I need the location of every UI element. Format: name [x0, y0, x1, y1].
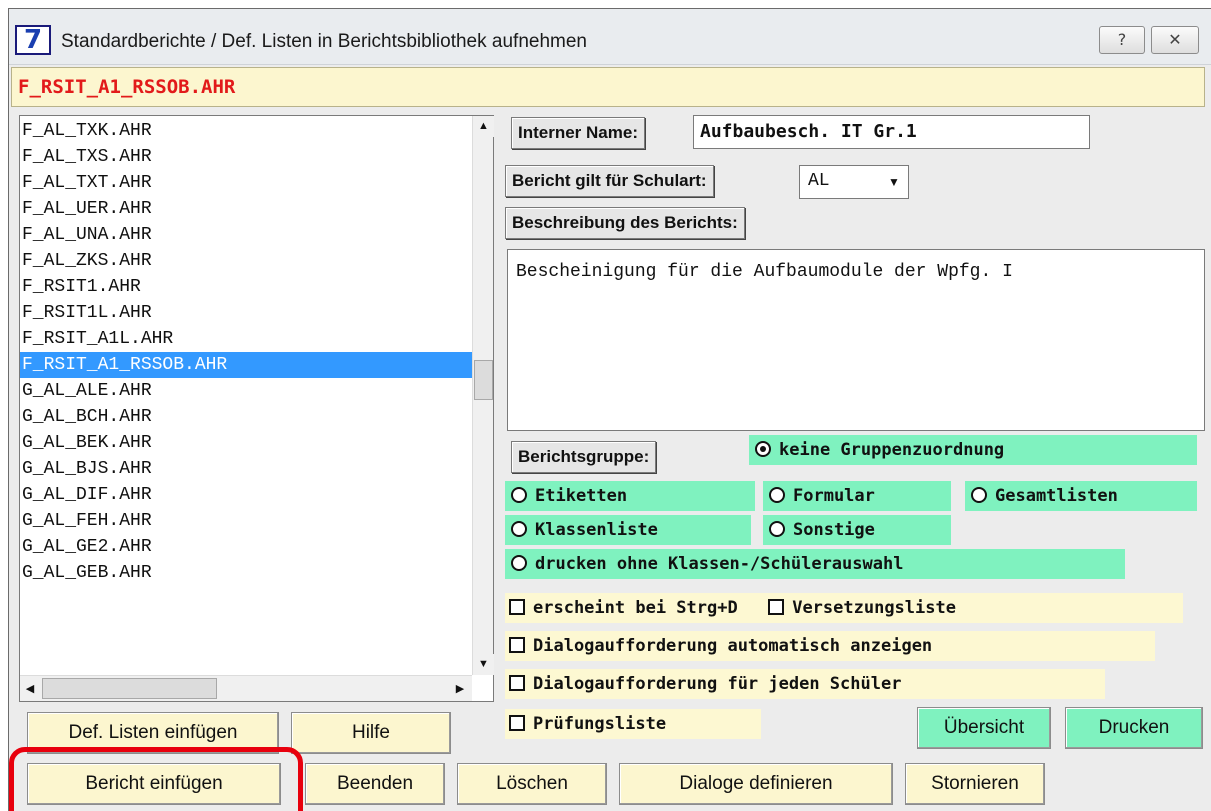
report-group-label: Berichtsgruppe:: [511, 441, 657, 473]
internal-name-input[interactable]: Aufbaubesch. IT Gr.1: [693, 115, 1090, 149]
horizontal-scrollbar[interactable]: ◀ ▶: [20, 675, 472, 701]
radio-other-label: Sonstige: [793, 520, 875, 540]
radio-icon: [511, 521, 527, 537]
list-item[interactable]: G_AL_DIF.AHR: [20, 482, 472, 508]
radio-icon: [971, 487, 987, 503]
radio-no-group-label: keine Gruppenzuordnung: [779, 440, 1005, 460]
checkbox-exam-label: Prüfungsliste: [533, 714, 667, 734]
radio-icon: [769, 487, 785, 503]
title-bar: 7 Standardberichte / Def. Listen in Beri…: [9, 9, 1211, 65]
scroll-down-icon[interactable]: ▼: [473, 654, 494, 675]
checkbox-exam[interactable]: Prüfungsliste: [505, 709, 761, 739]
list-item[interactable]: F_AL_TXS.AHR: [20, 144, 472, 170]
school-type-label: Bericht gilt für Schulart:: [505, 165, 714, 197]
radio-totals-label: Gesamtlisten: [995, 486, 1118, 506]
description-label: Beschreibung des Berichts:: [505, 207, 745, 239]
checkbox-icon: [509, 675, 525, 691]
radio-icon: [769, 521, 785, 537]
list-item[interactable]: G_AL_BEK.AHR: [20, 430, 472, 456]
list-items: F_AL_TXK.AHR F_AL_TXS.AHR F_AL_TXT.AHR F_AL…: [20, 118, 472, 675]
list-item[interactable]: G_AL_FEH.AHR: [20, 508, 472, 534]
radio-icon: [511, 555, 527, 571]
current-file-bar: F_RSIT_A1_RSSOB.AHR: [11, 67, 1205, 107]
app-icon: 7: [15, 25, 51, 55]
checkbox-promotion[interactable]: Versetzungsliste: [768, 598, 956, 618]
report-file-list[interactable]: F_AL_TXK.AHR F_AL_TXS.AHR F_AL_TXT.AHR F_AL…: [19, 115, 494, 702]
list-item[interactable]: G_AL_BCH.AHR: [20, 404, 472, 430]
radio-no-selection[interactable]: drucken ohne Klassen-/Schülerauswahl: [505, 549, 1125, 579]
radio-form-label: Formular: [793, 486, 875, 506]
list-item[interactable]: G_AL_BJS.AHR: [20, 456, 472, 482]
radio-icon: [511, 487, 527, 503]
list-item[interactable]: G_AL_GEB.AHR: [20, 560, 472, 586]
radio-other[interactable]: Sonstige: [763, 515, 951, 545]
checkbox-ctrl-d[interactable]: erscheint bei Strg+D: [509, 598, 738, 618]
delete-button[interactable]: Löschen: [457, 763, 607, 805]
list-item[interactable]: F_RSIT_A1_RSSOB.AHR: [20, 352, 472, 378]
list-item[interactable]: F_RSIT_A1L.AHR: [20, 326, 472, 352]
checkbox-icon: [509, 637, 525, 653]
print-button[interactable]: Drucken: [1065, 707, 1203, 749]
checkbox-promotion-label: Versetzungsliste: [792, 598, 956, 618]
insert-report-button[interactable]: Bericht einfügen: [27, 763, 281, 805]
list-item[interactable]: G_AL_GE2.AHR: [20, 534, 472, 560]
radio-classlist[interactable]: Klassenliste: [505, 515, 751, 545]
list-item[interactable]: F_RSIT1.AHR: [20, 274, 472, 300]
help-icon[interactable]: ?: [1099, 26, 1145, 54]
internal-name-label: Interner Name:: [511, 117, 645, 149]
current-file-name: F_RSIT_A1_RSSOB.AHR: [18, 76, 236, 98]
radio-totals[interactable]: Gesamtlisten: [965, 481, 1197, 511]
description-textarea[interactable]: Bescheinigung für die Aufbaumodule der W…: [507, 249, 1205, 431]
checkbox-dialog-each-label: Dialogaufforderung für jeden Schüler: [533, 674, 902, 694]
school-type-select[interactable]: AL ▼: [799, 165, 909, 199]
checkbox-icon: [768, 599, 785, 615]
scroll-right-icon[interactable]: ▶: [450, 678, 470, 700]
list-item[interactable]: F_AL_TXT.AHR: [20, 170, 472, 196]
radio-labels[interactable]: Etiketten: [505, 481, 755, 511]
dialog-window: 7 Standardberichte / Def. Listen in Beri…: [8, 8, 1211, 811]
radio-no-selection-label: drucken ohne Klassen-/Schülerauswahl: [535, 554, 904, 574]
list-item[interactable]: F_AL_UNA.AHR: [20, 222, 472, 248]
scroll-up-icon[interactable]: ▲: [473, 116, 494, 137]
list-item[interactable]: F_AL_UER.AHR: [20, 196, 472, 222]
chevron-down-icon[interactable]: ▼: [880, 166, 908, 198]
radio-no-group[interactable]: keine Gruppenzuordnung: [749, 435, 1197, 465]
checkbox-ctrl-d-label: erscheint bei Strg+D: [533, 598, 738, 618]
checkbox-dialog-auto-label: Dialogaufforderung automatisch anzeigen: [533, 636, 933, 656]
def-lists-insert-button[interactable]: Def. Listen einfügen: [27, 712, 279, 754]
window-title: Standardberichte / Def. Listen in Berich…: [61, 31, 587, 52]
close-icon[interactable]: ✕: [1151, 26, 1199, 54]
radio-form[interactable]: Formular: [763, 481, 951, 511]
checkbox-dialog-auto[interactable]: Dialogaufforderung automatisch anzeigen: [505, 631, 1155, 661]
checkbox-icon: [509, 599, 525, 615]
radio-classlist-label: Klassenliste: [535, 520, 658, 540]
define-dialogs-button[interactable]: Dialoge definieren: [619, 763, 893, 805]
list-item[interactable]: F_AL_ZKS.AHR: [20, 248, 472, 274]
cancel-button[interactable]: Stornieren: [905, 763, 1045, 805]
vertical-scrollbar[interactable]: ▲ ▼: [472, 116, 494, 675]
school-type-value: AL: [808, 171, 830, 191]
radio-selected-icon: [755, 441, 771, 457]
horizontal-scroll-thumb[interactable]: [42, 678, 217, 699]
help-button[interactable]: Hilfe: [291, 712, 451, 754]
checkbox-row-ctrl-d: erscheint bei Strg+D Versetzungsliste: [505, 593, 1183, 623]
checkbox-icon: [509, 715, 525, 731]
scroll-left-icon[interactable]: ◀: [20, 678, 40, 700]
list-item[interactable]: F_AL_TXK.AHR: [20, 118, 472, 144]
exit-button[interactable]: Beenden: [305, 763, 445, 805]
list-item[interactable]: G_AL_ALE.AHR: [20, 378, 472, 404]
overview-button[interactable]: Übersicht: [917, 707, 1051, 749]
checkbox-dialog-each[interactable]: Dialogaufforderung für jeden Schüler: [505, 669, 1105, 699]
list-item[interactable]: F_RSIT1L.AHR: [20, 300, 472, 326]
radio-labels-label: Etiketten: [535, 486, 628, 506]
scroll-thumb[interactable]: [474, 360, 493, 400]
